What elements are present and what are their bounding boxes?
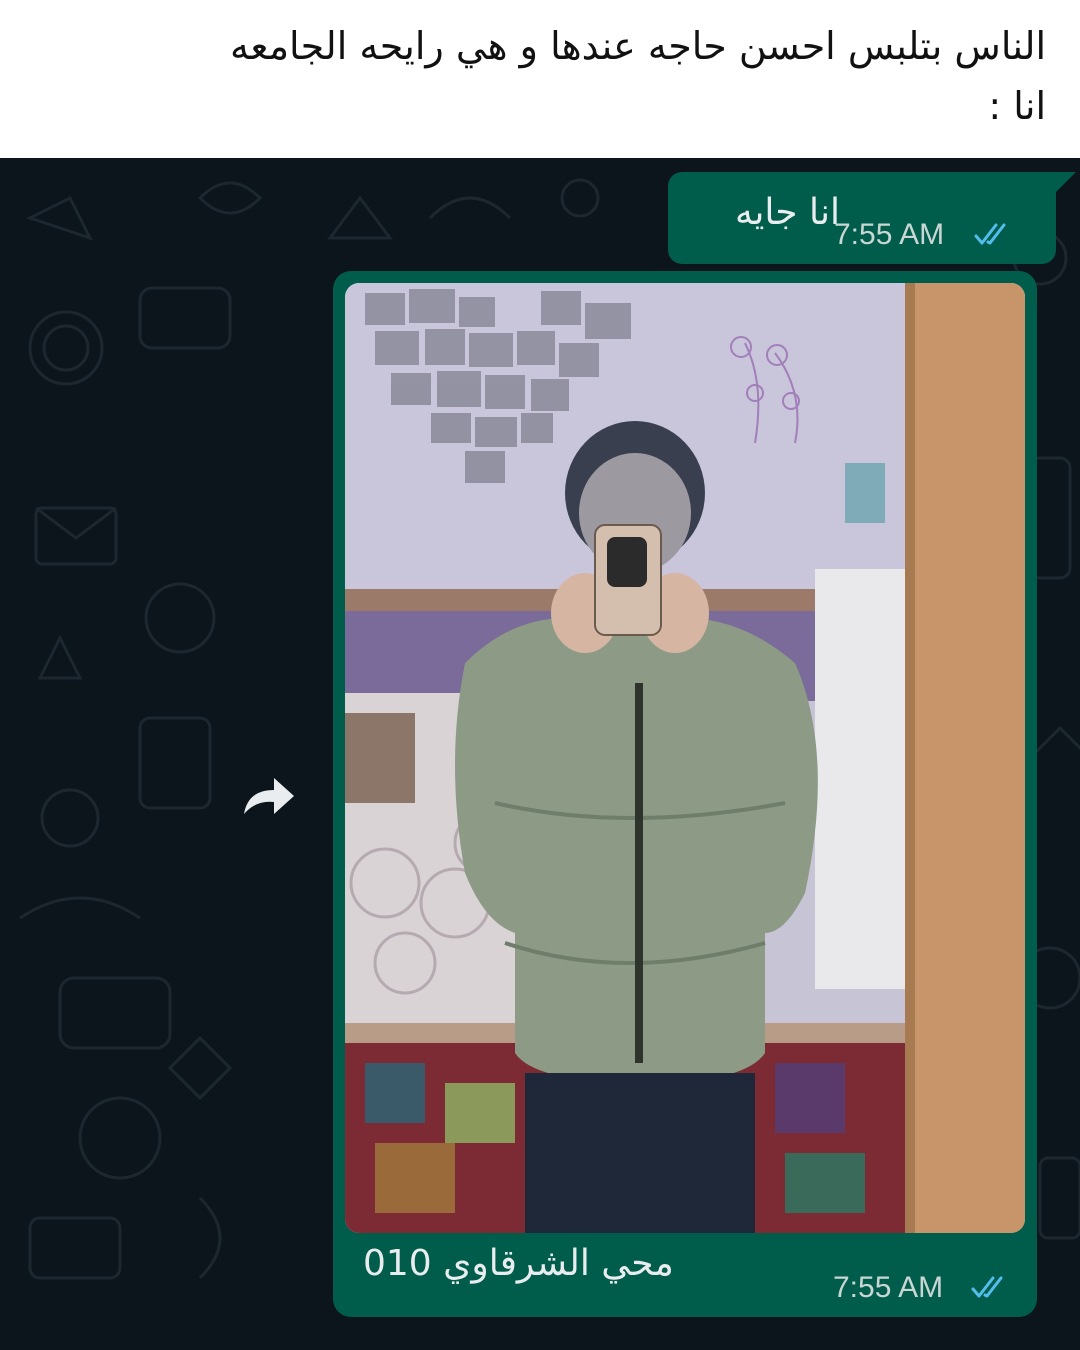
forward-arrow-icon[interactable]: [236, 770, 302, 820]
image-message-time: 7:55 AM: [833, 1271, 944, 1304]
double-check-read-icon: [974, 223, 1006, 245]
text-message-bubble[interactable]: انا جايه 7:55 AM: [668, 172, 1056, 264]
caption-line-2: انا :: [988, 84, 1046, 128]
image-caption: محي الشرقاوي 010: [363, 1243, 674, 1284]
double-check-read-icon: [971, 1276, 1003, 1298]
bubble-tail: [1054, 172, 1076, 194]
mirror-selfie-photo[interactable]: [345, 283, 1025, 1233]
image-message-bubble[interactable]: محي الشرقاوي 010 7:55 AM: [333, 271, 1037, 1317]
message-text: انا جايه: [735, 192, 840, 233]
post-caption: الناس بتلبس احسن حاجه عندها و هي رايحه ا…: [0, 0, 1080, 158]
message-time: 7:55 AM: [834, 218, 945, 251]
caption-line-1: الناس بتلبس احسن حاجه عندها و هي رايحه ا…: [230, 24, 1046, 68]
chat-screen: انا جايه 7:55 AM محي الشرقاوي 010 7:55 A…: [0, 158, 1080, 1350]
